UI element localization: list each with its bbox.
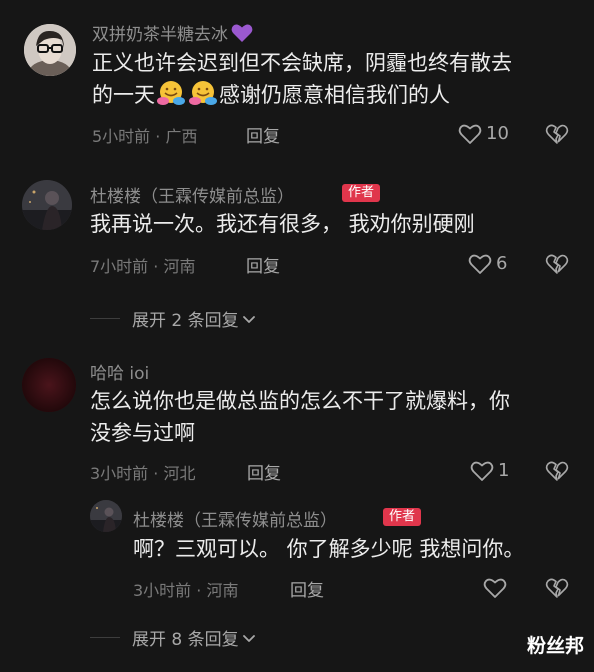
- reply-text: 啊？三观可以。 你了解多少呢 我想问你。: [133, 537, 525, 561]
- comment-time-location: 5小时前 · 广西: [92, 127, 198, 146]
- divider: [90, 637, 120, 638]
- broken-heart-icon[interactable]: [545, 577, 569, 599]
- author-badge: 作者: [383, 508, 422, 526]
- avatar[interactable]: [22, 180, 72, 230]
- comment-text: 我再说一次。我还有很多， 我劝你别硬刚: [90, 212, 475, 236]
- reply-button[interactable]: 回复: [247, 459, 281, 484]
- like-count: 6: [496, 253, 508, 274]
- reply-button[interactable]: 回复: [246, 122, 280, 147]
- avatar[interactable]: [22, 358, 76, 412]
- comment-text: 怎么说你也是做总监的怎么不干了就爆料，你 没参与过啊: [90, 389, 510, 445]
- hugging-face-icon: [157, 81, 185, 105]
- comment-text: 正义也许会迟到但不会缺席，阴霾也终有散去 的一天 感谢仍愿意相信我们的人: [92, 51, 512, 107]
- avatar[interactable]: [24, 24, 76, 76]
- reply-time-location: 3小时前 · 河南: [133, 581, 239, 600]
- expand-label: 展开 2 条回复: [132, 311, 239, 331]
- comment-time-location: 3小时前 · 河北: [90, 464, 196, 483]
- expand-label: 展开 8 条回复: [132, 630, 239, 650]
- avatar[interactable]: [90, 500, 122, 532]
- hugging-face-icon: [189, 81, 217, 105]
- divider: [90, 318, 120, 319]
- heart-outline-icon[interactable]: [468, 253, 492, 275]
- heart-outline-icon[interactable]: [458, 123, 482, 145]
- chevron-down-icon: [242, 316, 255, 323]
- watermark: 粉丝邦: [526, 635, 584, 657]
- purple-heart-icon: [231, 24, 253, 42]
- comment-username[interactable]: 双拼奶茶半糖去冰: [92, 20, 253, 45]
- like-count: 10: [486, 123, 509, 144]
- expand-replies[interactable]: 展开 8 条回复: [90, 625, 290, 650]
- reply-button[interactable]: 回复: [290, 576, 324, 601]
- heart-outline-icon[interactable]: [483, 577, 507, 599]
- broken-heart-icon[interactable]: [545, 253, 569, 275]
- like-count: 1: [498, 460, 510, 481]
- reply-button[interactable]: 回复: [246, 252, 280, 277]
- author-badge: 作者: [342, 184, 381, 202]
- broken-heart-icon[interactable]: [545, 460, 569, 482]
- reply-username[interactable]: 杜楼楼（王霖传媒前总监）: [133, 506, 337, 531]
- broken-heart-icon[interactable]: [545, 123, 569, 145]
- chevron-down-icon: [242, 635, 255, 642]
- comment-username[interactable]: 杜楼楼（王霖传媒前总监）: [90, 182, 294, 207]
- comment-section: 双拼奶茶半糖去冰 正义也许会迟到但不会缺席，阴霾也终有散去 的一天 感谢仍愿意相信…: [0, 0, 594, 672]
- comment-time-location: 7小时前 · 河南: [90, 257, 196, 276]
- comment-username[interactable]: 哈哈 ioi: [90, 359, 149, 384]
- expand-replies[interactable]: 展开 2 条回复: [90, 306, 290, 331]
- heart-outline-icon[interactable]: [470, 460, 494, 482]
